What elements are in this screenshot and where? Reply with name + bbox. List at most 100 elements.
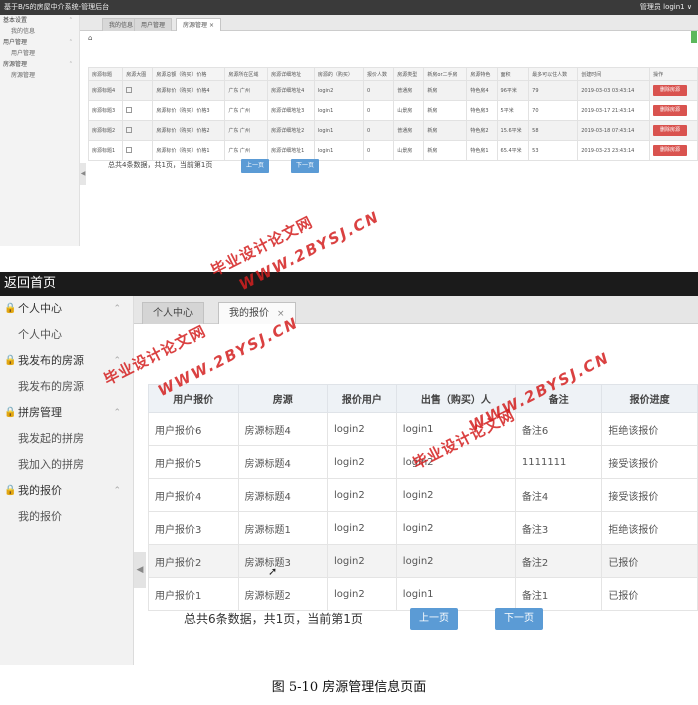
next-page-button[interactable]: 下一页 bbox=[495, 608, 543, 630]
table-cell: 房源标题3 bbox=[87, 100, 124, 121]
table-cell: 房源标题4 bbox=[237, 412, 329, 446]
table-cell: 房源详细地址2 bbox=[267, 120, 315, 141]
sidebar-group-label: 基本设置 bbox=[3, 17, 28, 24]
sidebar-group[interactable]: 🔒 个人中心 ⌃ bbox=[0, 296, 133, 322]
image-icon bbox=[126, 86, 133, 93]
chevron-up-icon: ⌃ bbox=[113, 408, 121, 418]
delete-listing-button[interactable]: 删除房源 bbox=[653, 105, 688, 116]
sidebar-item[interactable]: 我的报价 bbox=[0, 504, 133, 530]
sidebar-group-label: 我发布的房源 bbox=[18, 354, 84, 367]
back-home-link[interactable]: 返回首页 bbox=[0, 272, 698, 296]
column-header: 房源详细地址 bbox=[267, 67, 315, 81]
table-cell bbox=[122, 120, 154, 141]
figure-caption: 图 5-10 房源管理信息页面 bbox=[271, 680, 427, 695]
next-page-button[interactable]: 下一页 bbox=[291, 159, 319, 173]
table-cell: 用户报价6 bbox=[148, 412, 239, 446]
sidebar-item[interactable]: 个人中心 bbox=[0, 322, 133, 348]
table-cell: 备注4 bbox=[514, 478, 603, 512]
table-cell: 特色房2 bbox=[466, 120, 498, 141]
table-cell: login2 bbox=[327, 445, 397, 479]
home-icon[interactable]: ⌂ bbox=[88, 34, 92, 42]
sidebar-group-label: 用户管理 bbox=[3, 39, 28, 46]
admin-sidebar-collapse-handle[interactable]: ◀ bbox=[80, 163, 86, 185]
close-icon[interactable]: × bbox=[209, 22, 214, 29]
refresh-button[interactable] bbox=[691, 31, 697, 43]
pagination-info: 总共6条数据，共1页，当前第1页 bbox=[184, 612, 363, 626]
table-cell: 接受该报价 bbox=[601, 445, 698, 479]
sidebar-group[interactable]: 房源管理 ⌃ bbox=[0, 59, 79, 70]
table-cell: 53 bbox=[528, 140, 579, 161]
listing-table: 房源标题 房源大图 房源总额（购买）价格 房源所在区域 房源详细地址 房源的（购买） 报价人… bbox=[87, 67, 698, 161]
sidebar-item[interactable]: 我的信息 bbox=[0, 26, 79, 37]
table-cell: 79 bbox=[528, 80, 579, 101]
table-cell: 广东 广州 bbox=[224, 80, 269, 101]
table-cell: login1 bbox=[313, 120, 364, 141]
table-cell: 房源标题2 bbox=[237, 577, 329, 611]
tab-personal-center[interactable]: 个人中心 bbox=[142, 302, 204, 324]
table-cell: 用户报价2 bbox=[148, 544, 239, 578]
table-row: 房源标题4 房源标价（购买）价格4 广东 广州 房源详细地址4 login2 0 普通房 新房… bbox=[87, 80, 698, 101]
table-cell: 用户报价5 bbox=[148, 445, 239, 479]
admin-window-title: 基于B/S的房屋中介系统-管理后台 bbox=[4, 3, 110, 11]
table-cell: 房源标题1 bbox=[237, 511, 329, 545]
sidebar-item[interactable]: 我发起的拼房 bbox=[0, 426, 133, 452]
table-cell: login2 bbox=[327, 577, 397, 611]
table-cell bbox=[122, 100, 154, 121]
lock-icon: 🔒 bbox=[4, 303, 17, 314]
admin-user-menu[interactable]: 管理员 login1 ∨ bbox=[640, 0, 692, 15]
table-cell: 2019-03-03 03:43:14 bbox=[577, 80, 651, 101]
table-row: 用户报价4 房源标题4 login2 login2 备注4 接受该报价 bbox=[148, 478, 698, 512]
sidebar-item[interactable]: 用户管理 bbox=[0, 48, 79, 59]
table-row: 用户报价6 房源标题4 login2 login1 备注6 拒绝该报价 bbox=[148, 412, 698, 446]
table-cell: login1 bbox=[395, 577, 516, 611]
delete-listing-button[interactable]: 删除房源 bbox=[653, 85, 688, 96]
sidebar-group[interactable]: 基本设置 ⌃ bbox=[0, 15, 79, 26]
table-cell: 0 bbox=[362, 100, 395, 121]
column-header: 操作 bbox=[649, 67, 698, 81]
user-tab-bar: 个人中心 我的报价 × bbox=[134, 296, 698, 324]
tab-listing-management-label: 房源管理 bbox=[183, 22, 208, 29]
pagination-info: 总共4条数据，共1页，当前第1页 bbox=[108, 161, 213, 169]
admin-sidebar: 基本设置 ⌃ 我的信息 用户管理 ⌃ 用户管理 房源管理 ⌃ 房源管理 bbox=[0, 15, 80, 246]
delete-listing-button[interactable]: 删除房源 bbox=[653, 145, 688, 156]
column-header: 报价用户 bbox=[327, 384, 397, 413]
sidebar-group-label: 拼房管理 bbox=[18, 406, 62, 419]
table-cell: 删除房源 bbox=[649, 120, 698, 141]
table-cell: login2 bbox=[313, 80, 364, 101]
table-cell: login2 bbox=[327, 478, 397, 512]
table-cell bbox=[122, 80, 154, 101]
sidebar-item[interactable]: 房源管理 bbox=[0, 70, 79, 81]
table-cell: 房源标价（购买）价格4 bbox=[152, 80, 226, 101]
table-cell: 山景房 bbox=[393, 140, 425, 161]
column-header: 房源类型 bbox=[393, 67, 425, 81]
tab-listing-management[interactable]: 房源管理 × bbox=[176, 18, 221, 31]
delete-listing-button[interactable]: 删除房源 bbox=[653, 125, 688, 136]
sidebar-item[interactable]: 我加入的拼房 bbox=[0, 452, 133, 478]
table-cell: 备注6 bbox=[514, 412, 603, 446]
prev-page-button[interactable]: 上一页 bbox=[410, 608, 458, 630]
table-cell: 广东 广州 bbox=[224, 100, 269, 121]
image-icon bbox=[126, 126, 133, 133]
table-cell: 特色房3 bbox=[466, 100, 498, 121]
table-cell: 广东 广州 bbox=[224, 120, 269, 141]
user-sidebar-collapse-handle[interactable]: ◀ bbox=[134, 552, 146, 588]
table-cell: 山景房 bbox=[393, 100, 425, 121]
image-icon bbox=[126, 106, 133, 113]
table-cell: 房源详细地址3 bbox=[267, 100, 315, 121]
table-row: 房源标题3 房源标价（购买）价格3 广东 广州 房源详细地址3 login1 0 山景房 新房… bbox=[87, 100, 698, 121]
sidebar-group[interactable]: 用户管理 ⌃ bbox=[0, 37, 79, 48]
prev-page-button[interactable]: 上一页 bbox=[241, 159, 269, 173]
sidebar-group[interactable]: 🔒 我的报价 ⌃ bbox=[0, 478, 133, 504]
admin-screenshot: 基于B/S的房屋中介系统-管理后台 管理员 login1 ∨ 基本设置 ⌃ 我的信息… bbox=[0, 0, 698, 246]
table-cell: 房源标价（购买）价格3 bbox=[152, 100, 226, 121]
tab-user-management[interactable]: 用户管理 bbox=[134, 18, 173, 31]
column-header: 房源总额（购买）价格 bbox=[152, 67, 226, 81]
table-cell: login2 bbox=[327, 412, 397, 446]
table-cell: 房源详细地址1 bbox=[267, 140, 315, 161]
table-cell: 房源详细地址4 bbox=[267, 80, 315, 101]
table-row: 用户报价3 房源标题1 login2 login2 备注3 拒绝该报价 bbox=[148, 511, 698, 545]
sidebar-group[interactable]: 🔒 拼房管理 ⌃ bbox=[0, 400, 133, 426]
table-cell: 用户报价4 bbox=[148, 478, 239, 512]
admin-topbar: 基于B/S的房屋中介系统-管理后台 管理员 login1 ∨ bbox=[0, 0, 698, 15]
table-cell: 房源标题1 bbox=[87, 140, 124, 161]
